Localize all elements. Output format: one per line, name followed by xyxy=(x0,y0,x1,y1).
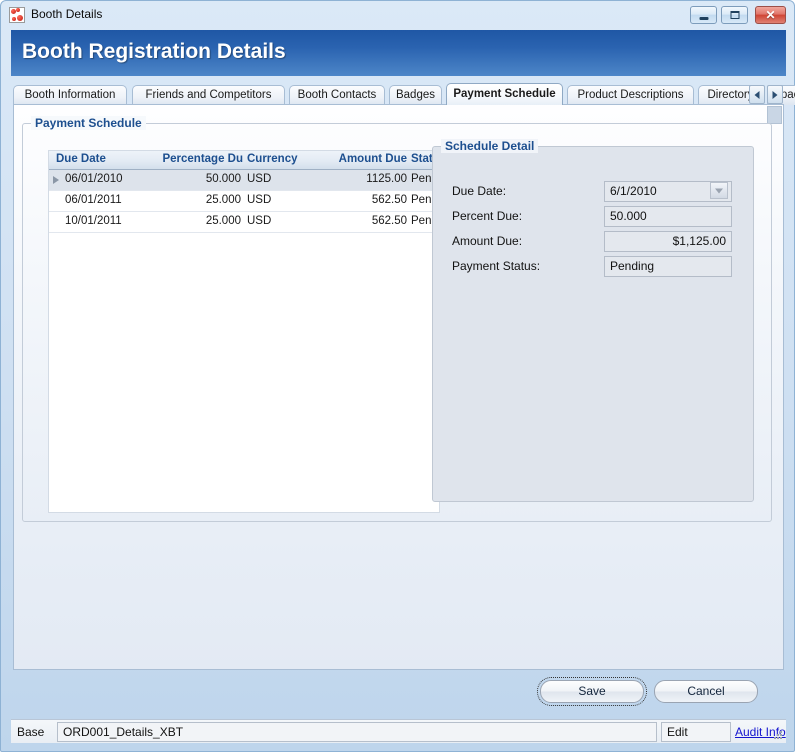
close-icon: ✕ xyxy=(765,8,776,22)
table-row[interactable]: 06/01/2010 50.000 USD 1125.00 Pending xyxy=(49,170,453,191)
cell-percentage: 50.000 xyxy=(205,173,241,185)
cell-amount: 562.50 xyxy=(371,215,407,227)
payment-schedule-group-label: Payment Schedule xyxy=(31,116,146,130)
tab-strip: Booth Information Friends and Competitor… xyxy=(13,83,795,105)
cell-percentage: 25.000 xyxy=(205,194,241,206)
due-date-label: Due Date: xyxy=(452,184,507,198)
grid-column-percentage[interactable]: Percentage Du xyxy=(133,153,243,165)
grid-header-row: Due Date Percentage Du Currency Amount D… xyxy=(49,151,446,170)
table-row[interactable]: 06/01/2011 25.000 USD 562.50 Pending xyxy=(49,191,453,212)
tab-content-panel: Payment Schedule Due Date Percentage Du … xyxy=(13,104,784,670)
tab-badges[interactable]: Badges xyxy=(389,85,442,105)
payment-status-input[interactable]: Pending xyxy=(604,256,732,277)
cell-due-date: 10/01/2011 xyxy=(65,215,122,227)
page-banner: Booth Registration Details xyxy=(11,30,786,76)
tab-scroll-right-icon[interactable] xyxy=(767,85,783,104)
tab-friends-and-competitors[interactable]: Friends and Competitors xyxy=(132,85,285,105)
edit-field[interactable]: Edit xyxy=(661,722,731,742)
tab-booth-information[interactable]: Booth Information xyxy=(13,85,127,105)
grid-column-amount-due[interactable]: Amount Due xyxy=(311,153,407,165)
cell-due-date: 06/01/2011 xyxy=(65,194,122,206)
grid-column-due-date[interactable]: Due Date xyxy=(56,153,128,165)
save-button[interactable]: Save xyxy=(537,677,647,706)
percent-due-input[interactable]: 50.000 xyxy=(604,206,732,227)
cell-currency: USD xyxy=(247,173,272,185)
cell-amount: 562.50 xyxy=(371,194,407,206)
page-title: Booth Registration Details xyxy=(22,40,286,63)
minimize-button[interactable] xyxy=(690,6,717,24)
tab-payment-schedule[interactable]: Payment Schedule xyxy=(446,83,563,105)
tab-product-descriptions[interactable]: Product Descriptions xyxy=(567,85,694,105)
cell-due-date: 06/01/2010 xyxy=(65,173,123,185)
tab-booth-contacts[interactable]: Booth Contacts xyxy=(289,85,385,105)
resize-grip[interactable] xyxy=(772,729,784,741)
payment-schedule-grid[interactable]: Due Date Percentage Du Currency Amount D… xyxy=(48,150,453,513)
table-row[interactable]: 10/01/2011 25.000 USD 562.50 Pending xyxy=(49,212,453,233)
row-indicator-icon xyxy=(53,176,59,184)
cell-percentage: 25.000 xyxy=(205,215,241,227)
schedule-detail-group-label: Schedule Detail xyxy=(441,139,539,153)
chevron-down-icon[interactable] xyxy=(710,182,728,199)
title-bar: Booth Details ✕ xyxy=(1,1,794,29)
percent-due-label: Percent Due: xyxy=(452,209,523,223)
base-value-field[interactable]: ORD001_Details_XBT xyxy=(57,722,657,742)
close-button[interactable]: ✕ xyxy=(755,6,786,24)
cell-currency: USD xyxy=(247,215,272,227)
amount-due-input[interactable]: $1,125.00 xyxy=(604,231,732,252)
cell-amount: 1125.00 xyxy=(366,173,407,185)
window-title: Booth Details xyxy=(31,7,103,21)
schedule-detail-group: Schedule Detail Due Date: 6/1/2010 Perce… xyxy=(432,139,754,502)
cancel-button[interactable]: Cancel xyxy=(654,680,758,703)
payment-status-label: Payment Status: xyxy=(452,259,541,273)
maximize-button[interactable] xyxy=(721,6,748,24)
tab-scroll-left-icon[interactable] xyxy=(749,85,765,104)
grid-column-currency[interactable]: Currency xyxy=(247,153,309,165)
application-window: Booth Details ✕ Booth Registration Detai… xyxy=(0,0,795,752)
amount-due-label: Amount Due: xyxy=(452,234,523,248)
booth-details-icon xyxy=(9,7,25,23)
status-bar: Base ORD001_Details_XBT Edit Audit Info xyxy=(11,719,786,743)
base-label: Base xyxy=(17,725,45,739)
cell-currency: USD xyxy=(247,194,272,206)
